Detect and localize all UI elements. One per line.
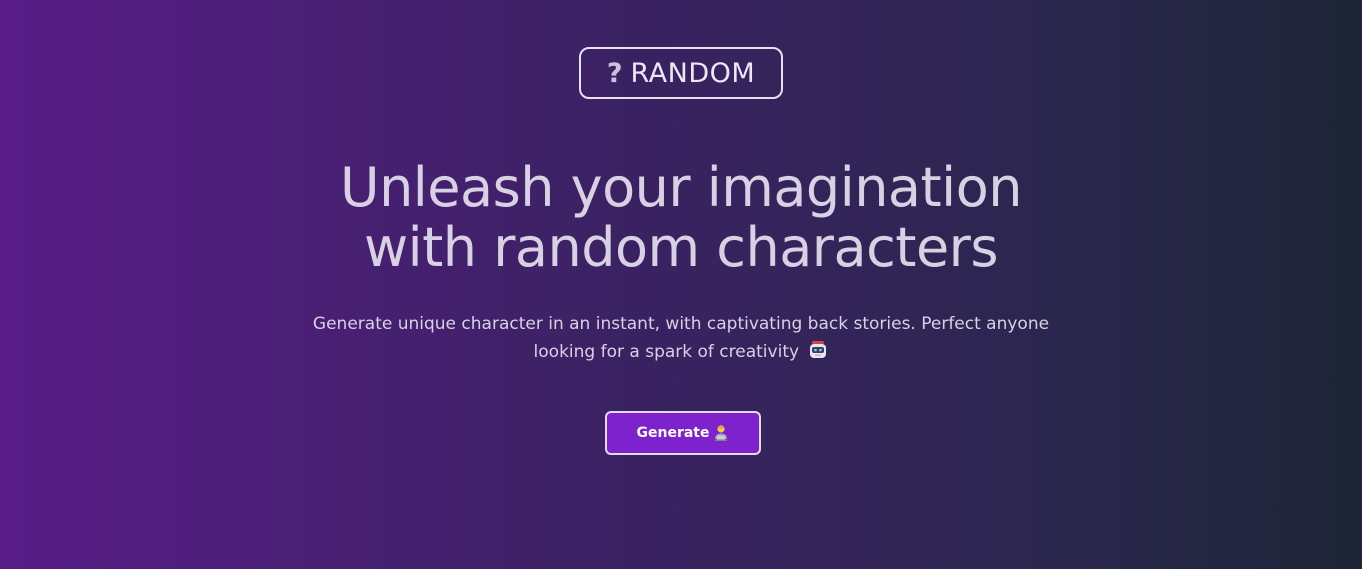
logo-text: RANDOM [630,57,756,89]
subtitle-line-2: looking for a spark of creativity [533,342,800,362]
subtitle-line-1: Generate unique character in an instant,… [312,314,1050,334]
robot-icon [808,340,828,360]
question-mark-icon: ? [606,57,623,89]
technologist-icon [712,424,730,442]
headline-line-2: with random characters [363,216,999,279]
logo-badge: ? RANDOM [579,47,783,99]
headline-line-1: Unleash your imagination [340,156,1022,219]
hero-headline: Unleash your imagination with random cha… [231,158,1131,278]
hero-subtitle: Generate unique character in an instant,… [281,310,1081,366]
landing-page: ? RANDOM Unleash your imagination with r… [0,0,1362,569]
generate-button[interactable]: Generate [605,411,761,455]
generate-button-label: Generate [636,425,710,441]
